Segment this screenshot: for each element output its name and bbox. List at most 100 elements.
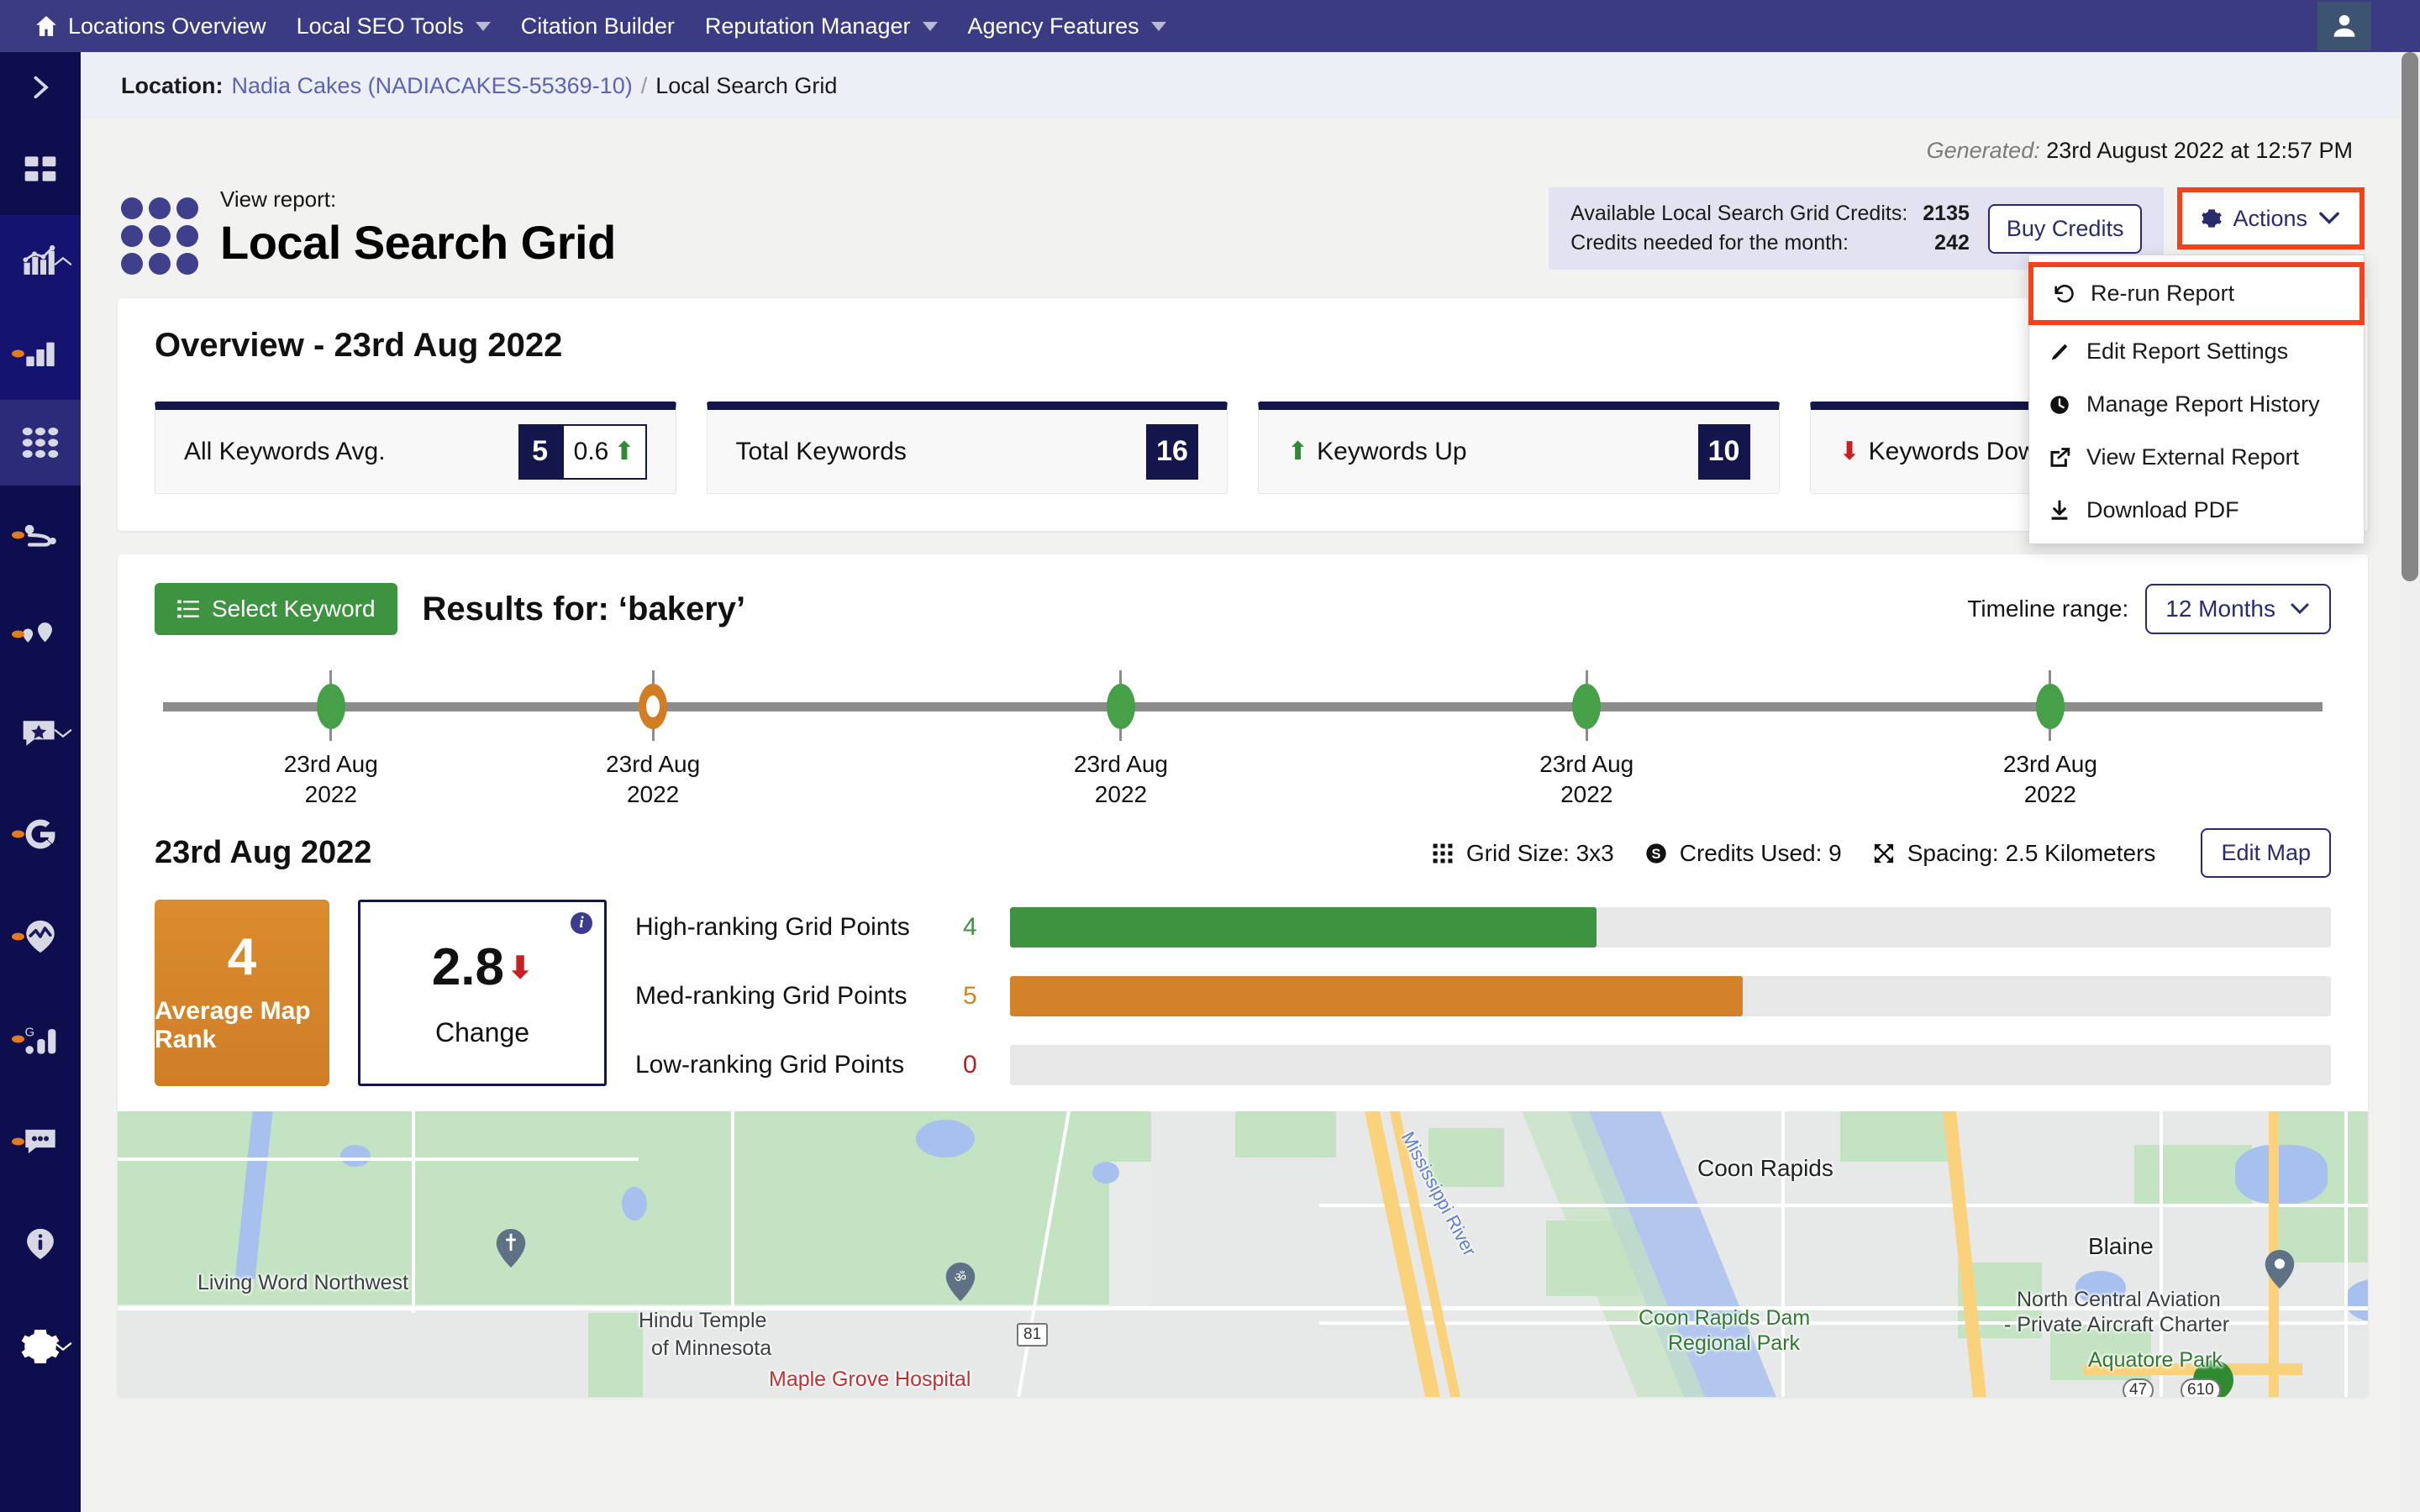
timeline-label: 23rd Aug 2022: [239, 749, 424, 810]
timeline-label: 23rd Aug 2022: [1958, 749, 2143, 810]
nav-item-citation-builder[interactable]: Citation Builder: [506, 0, 690, 52]
average-map-rank-caption: Average Map Rank: [155, 997, 311, 1053]
bar-value: 5: [963, 982, 977, 1010]
average-map-rank-value: 4: [227, 928, 257, 986]
sidebar-item-expand[interactable]: [0, 52, 81, 123]
change-card: i 2.8 ⬇ Change: [358, 900, 607, 1086]
notification-dot: [12, 1137, 24, 1146]
menu-item-label: Re-run Report: [2091, 281, 2235, 306]
ranking-distribution-chart: High-ranking Grid Points 4 Med-ranking G…: [635, 900, 2331, 1089]
sidebar-item-reviews[interactable]: [0, 684, 81, 783]
timeline-point-current[interactable]: 23rd Aug 2022: [560, 670, 745, 810]
grid-meta-row: 23rd Aug 2022 Grid Size: 3x3 S Credits U…: [155, 828, 2331, 878]
clock-history-icon: [2050, 395, 2069, 414]
sidebar-item-info[interactable]: [0, 1193, 81, 1295]
dollar-coin-icon: S: [1646, 843, 1666, 864]
nav-item-reputation-manager[interactable]: Reputation Manager: [690, 0, 953, 52]
map-label: Regional Park: [1668, 1331, 1801, 1355]
page-title: Local Search Grid: [220, 215, 616, 269]
map-label: Coon Rapids: [1697, 1155, 1833, 1181]
chevron-down-icon: [922, 21, 938, 31]
menu-item-manage-report-history[interactable]: Manage Report History: [2029, 378, 2364, 431]
info-icon[interactable]: i: [571, 912, 592, 934]
average-map-rank-card: 4 Average Map Rank: [155, 900, 329, 1086]
bar-track: [1010, 1045, 2331, 1085]
dots-grid-icon: [22, 428, 59, 458]
timeline-year: 2022: [626, 780, 680, 807]
timeline-date: 23rd Aug: [606, 751, 701, 777]
timeline-point[interactable]: 23rd Aug 2022: [1028, 670, 1213, 810]
sidebar-item-google[interactable]: [0, 783, 81, 885]
list-icon: [177, 600, 199, 618]
notification-dot: [12, 932, 24, 941]
timeline-dot: [1572, 684, 1602, 729]
kpi-row: All Keywords Avg. 5 0.6 ⬆ Total Keywords…: [155, 402, 2331, 494]
bar-row-med-ranking: Med-ranking Grid Points 5: [635, 972, 2331, 1021]
arrow-up-icon: ⬆: [613, 438, 635, 465]
menu-item-label: Manage Report History: [2086, 391, 2320, 417]
top-navigation-bar: Locations Overview Local SEO Tools Citat…: [0, 0, 2420, 52]
vertical-scrollbar-thumb[interactable]: [2402, 52, 2418, 581]
timeline-year: 2022: [304, 780, 357, 807]
timeline-date: 23rd Aug: [1073, 751, 1168, 777]
kpi-label: ⬆ Keywords Up: [1287, 437, 1467, 466]
map-label: of Minnesota: [651, 1336, 772, 1360]
generated-label: Generated:: [1926, 138, 2040, 163]
timeline-point[interactable]: 23rd Aug 2022: [1958, 670, 2143, 810]
bar-track: [1010, 907, 2331, 948]
timeline-point[interactable]: 23rd Aug 2022: [1494, 670, 1679, 810]
notification-dot: [12, 349, 24, 358]
report-eyebrow: View report:: [220, 186, 337, 212]
map-pins-icon: [23, 622, 53, 643]
svg-text:ॐ: ॐ: [955, 1270, 966, 1285]
kpi-keywords-up: ⬆ Keywords Up 10: [1258, 402, 1780, 494]
menu-item-download-pdf[interactable]: Download PDF: [2029, 484, 2364, 537]
select-keyword-button[interactable]: Select Keyword: [155, 583, 397, 635]
timeline-range-control: Timeline range: 12 Months: [1967, 584, 2331, 634]
nav-item-agency-features[interactable]: Agency Features: [953, 0, 1181, 52]
local-search-grid-map[interactable]: ॐ Living Word Northwest Hindu Temple of …: [118, 1111, 2368, 1397]
spacing-label: Spacing: 2.5 Kilometers: [1907, 839, 2156, 866]
timeline-range-select[interactable]: 12 Months: [2145, 584, 2331, 634]
nav-label: Locations Overview: [68, 13, 266, 39]
bar-label: Low-ranking Grid Points: [635, 1051, 905, 1079]
dot-grid-logo-icon: [121, 197, 198, 275]
user-avatar-icon: [2330, 10, 2359, 42]
sidebar-item-messages[interactable]: [0, 1090, 81, 1193]
menu-item-edit-report-settings[interactable]: Edit Report Settings: [2029, 325, 2364, 378]
sidebar-item-local-search-grid[interactable]: [0, 400, 81, 486]
sidebar-item-rankings[interactable]: [0, 307, 81, 400]
svg-text:G: G: [25, 1026, 34, 1039]
insights-pin-icon: [26, 920, 55, 953]
nav-item-locations-overview[interactable]: Locations Overview: [18, 0, 281, 52]
external-link-icon: [2050, 447, 2070, 467]
sidebar-item-insights[interactable]: [0, 885, 81, 988]
edit-map-button[interactable]: Edit Map: [2201, 828, 2331, 878]
sidebar-item-settings[interactable]: [0, 1295, 81, 1398]
left-sidebar: G: [0, 52, 81, 1512]
timeline-label: 23rd Aug 2022: [560, 749, 745, 810]
messages-icon: [25, 1129, 55, 1154]
timeline-point[interactable]: 23rd Aug 2022: [239, 670, 424, 810]
breadcrumb-location-link[interactable]: Nadia Cakes (NADIACAKES-55369-10): [232, 73, 633, 99]
menu-item-label: Edit Report Settings: [2086, 339, 2289, 364]
nav-item-local-seo-tools[interactable]: Local SEO Tools: [281, 0, 506, 52]
sidebar-item-citation-tracker[interactable]: [0, 486, 81, 585]
sidebar-item-dashboard[interactable]: [0, 123, 81, 215]
kpi-delta: 0.6: [573, 437, 609, 465]
sidebar-item-local-listings[interactable]: [0, 585, 81, 684]
map-pin-north-central-aviation: [2265, 1250, 2295, 1289]
vertical-scrollbar[interactable]: [2400, 52, 2420, 1512]
timeline-year: 2022: [1560, 780, 1613, 807]
actions-button[interactable]: Actions: [2177, 187, 2365, 249]
sidebar-item-google-analytics[interactable]: G: [0, 988, 81, 1090]
download-icon: [2051, 500, 2068, 520]
user-avatar[interactable]: [2317, 2, 2371, 50]
sidebar-item-analytics[interactable]: [0, 215, 81, 307]
buy-credits-button[interactable]: Buy Credits: [1987, 203, 2143, 254]
needed-credits-value: 242: [1934, 231, 1970, 255]
menu-item-rerun-report[interactable]: Re-run Report: [2028, 262, 2365, 325]
results-title: Results for: ‘bakery’: [422, 590, 746, 627]
credits-used-label: Credits Used: 9: [1679, 839, 1842, 866]
menu-item-view-external-report[interactable]: View External Report: [2029, 431, 2364, 484]
